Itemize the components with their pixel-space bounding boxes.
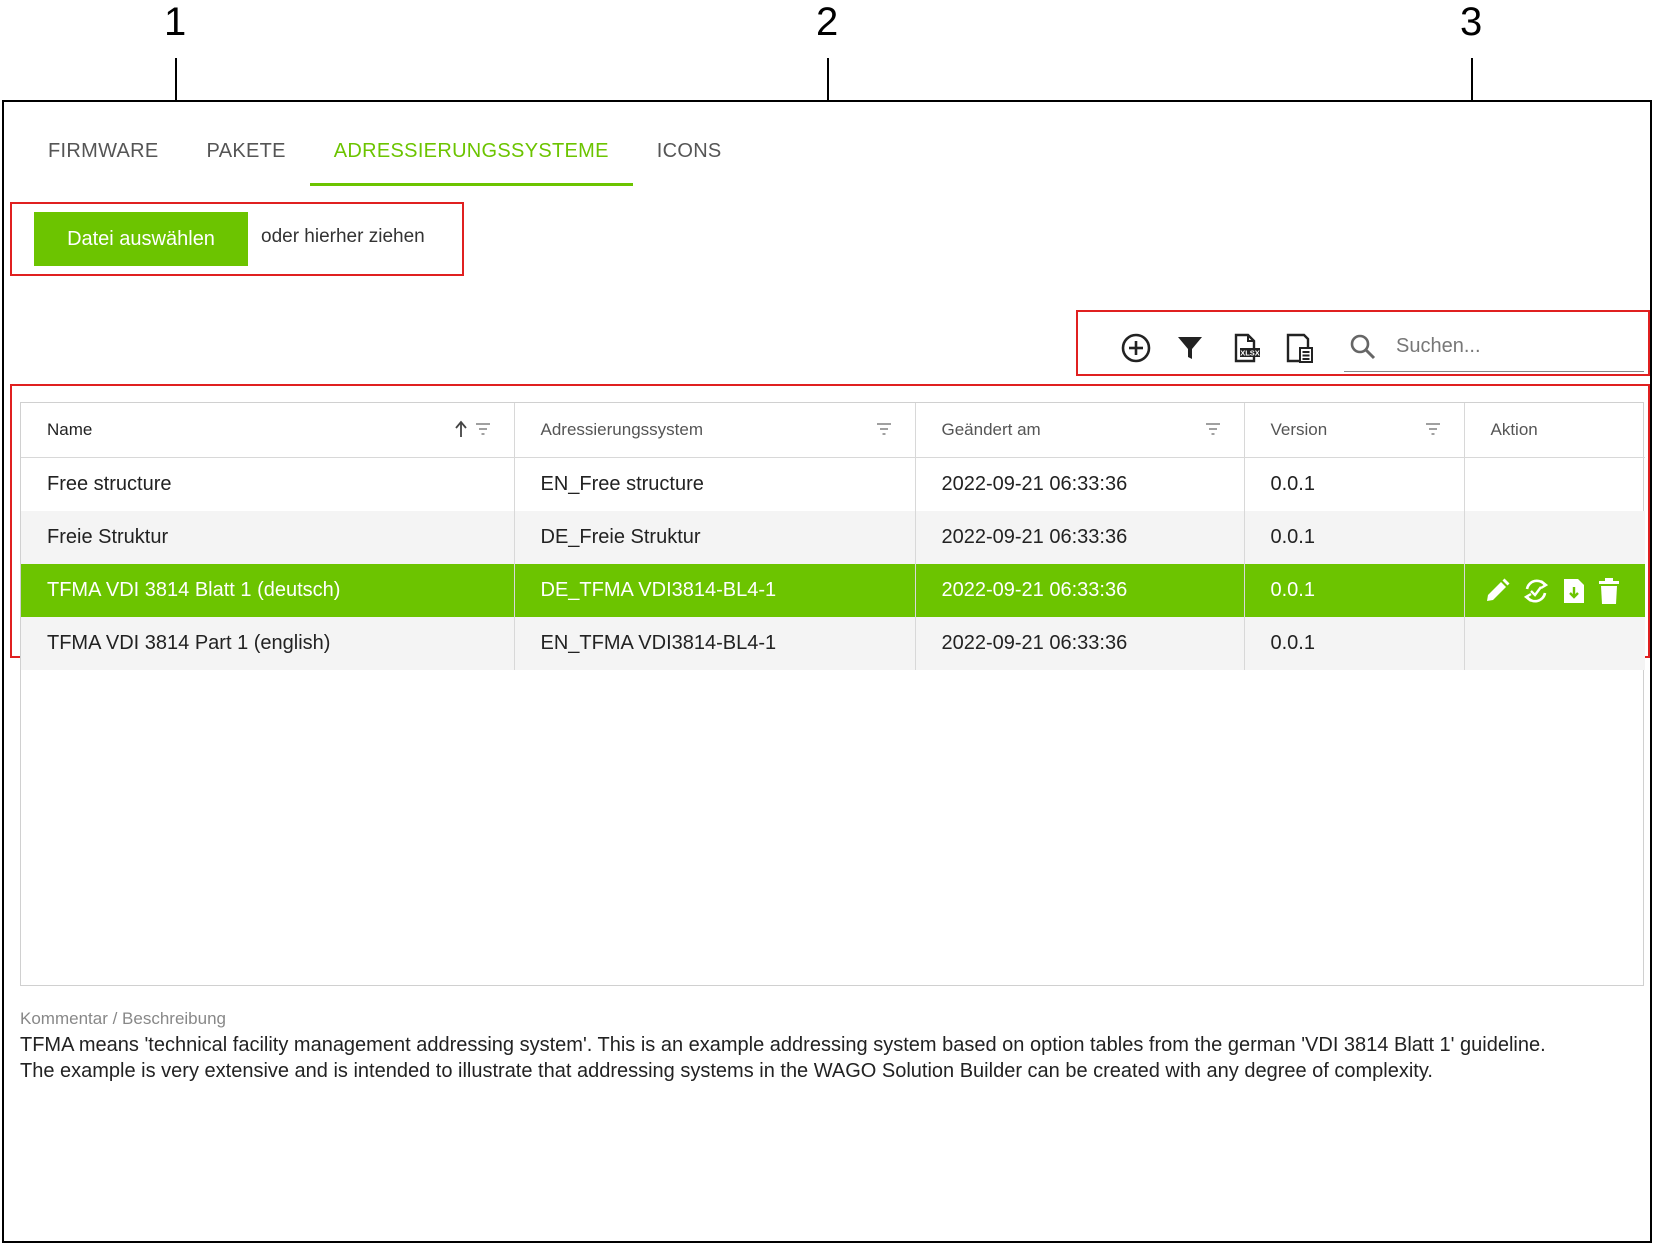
cell-version: 0.0.1 [1244, 564, 1465, 617]
cell-action [1464, 511, 1645, 564]
cell-system: EN_Free structure [514, 457, 916, 511]
column-filter-icon[interactable] [1424, 420, 1442, 438]
col-header-version[interactable]: Version [1244, 403, 1465, 458]
col-header-action: Aktion [1464, 403, 1645, 458]
delete-icon[interactable] [1597, 577, 1621, 605]
col-header-changed-label: Geändert am [941, 420, 1041, 439]
cell-version: 0.0.1 [1244, 511, 1465, 564]
cell-name: Freie Struktur [21, 511, 515, 564]
svg-text:XLSX: XLSX [1240, 349, 1260, 358]
cell-action [1464, 617, 1645, 670]
table-row[interactable]: Freie Struktur DE_Freie Struktur 2022-09… [21, 511, 1645, 564]
sync-icon[interactable] [1521, 576, 1551, 606]
callout-3: 3 [1460, 0, 1483, 44]
cell-name: TFMA VDI 3814 Part 1 (english) [21, 617, 515, 670]
col-header-changed[interactable]: Geändert am [915, 403, 1245, 458]
select-file-button[interactable]: Datei auswählen [34, 212, 248, 266]
cell-system: DE_TFMA VDI3814-BL4-1 [514, 564, 916, 617]
col-header-name[interactable]: Name [21, 403, 515, 458]
table-row[interactable]: TFMA VDI 3814 Part 1 (english) EN_TFMA V… [21, 617, 1645, 670]
cell-action [1464, 564, 1645, 617]
cell-changed: 2022-09-21 06:33:36 [915, 457, 1245, 511]
col-header-name-label: Name [47, 420, 93, 439]
table-header-row: Name Adressierungssystem Geändert am Ver… [21, 403, 1645, 458]
cell-version: 0.0.1 [1244, 457, 1465, 511]
tab-bar: FIRMWARE PAKETE ADRESSIERUNGSSYSTEME ICO… [24, 132, 746, 188]
cell-version: 0.0.1 [1244, 617, 1465, 670]
xlsx-export-icon[interactable]: XLSX [1230, 332, 1262, 364]
edit-icon[interactable] [1483, 577, 1511, 605]
col-header-system-label: Adressierungssystem [540, 420, 704, 439]
tab-firmware[interactable]: FIRMWARE [24, 132, 183, 186]
sort-ascending-icon[interactable] [454, 420, 468, 438]
table-row-selected[interactable]: TFMA VDI 3814 Blatt 1 (deutsch) DE_TFMA … [21, 564, 1645, 617]
column-filter-icon[interactable] [875, 420, 893, 438]
col-header-system[interactable]: Adressierungssystem [514, 403, 916, 458]
column-filter-icon[interactable] [1204, 420, 1222, 438]
callout-2: 2 [816, 0, 839, 44]
callout-1: 1 [164, 0, 187, 44]
cell-name: TFMA VDI 3814 Blatt 1 (deutsch) [21, 564, 515, 617]
tab-icons[interactable]: ICONS [633, 132, 746, 186]
cell-changed: 2022-09-21 06:33:36 [915, 511, 1245, 564]
search-box[interactable] [1344, 322, 1644, 372]
document-list-icon[interactable] [1284, 332, 1316, 364]
cell-system: EN_TFMA VDI3814-BL4-1 [514, 617, 916, 670]
cell-action [1464, 458, 1645, 512]
filter-icon[interactable] [1174, 332, 1206, 364]
app-window: FIRMWARE PAKETE ADRESSIERUNGSSYSTEME ICO… [2, 100, 1652, 1243]
cell-name: Free structure [21, 457, 515, 511]
cell-changed: 2022-09-21 06:33:36 [915, 617, 1245, 670]
comment-text: TFMA means 'technical facility managemen… [20, 1034, 1546, 1082]
tab-pakete[interactable]: PAKETE [183, 132, 310, 186]
addressing-systems-table: Name Adressierungssystem Geändert am Ver… [20, 402, 1645, 986]
comment-label: Kommentar / Beschreibung [20, 1009, 226, 1028]
search-input[interactable] [1394, 330, 1638, 362]
cell-system: DE_Freie Struktur [514, 511, 916, 564]
cell-changed: 2022-09-21 06:33:36 [915, 564, 1245, 617]
col-header-action-label: Aktion [1490, 420, 1538, 439]
drop-hint: oder hierher ziehen [261, 226, 425, 247]
col-header-version-label: Version [1270, 420, 1328, 439]
tab-adressierungssysteme[interactable]: ADRESSIERUNGSSYSTEME [309, 132, 633, 186]
table-row[interactable]: Free structure EN_Free structure 2022-09… [21, 457, 1645, 512]
add-circle-icon[interactable] [1120, 332, 1152, 364]
column-filter-icon[interactable] [474, 420, 492, 438]
search-icon [1350, 334, 1376, 360]
download-icon[interactable] [1561, 577, 1587, 605]
